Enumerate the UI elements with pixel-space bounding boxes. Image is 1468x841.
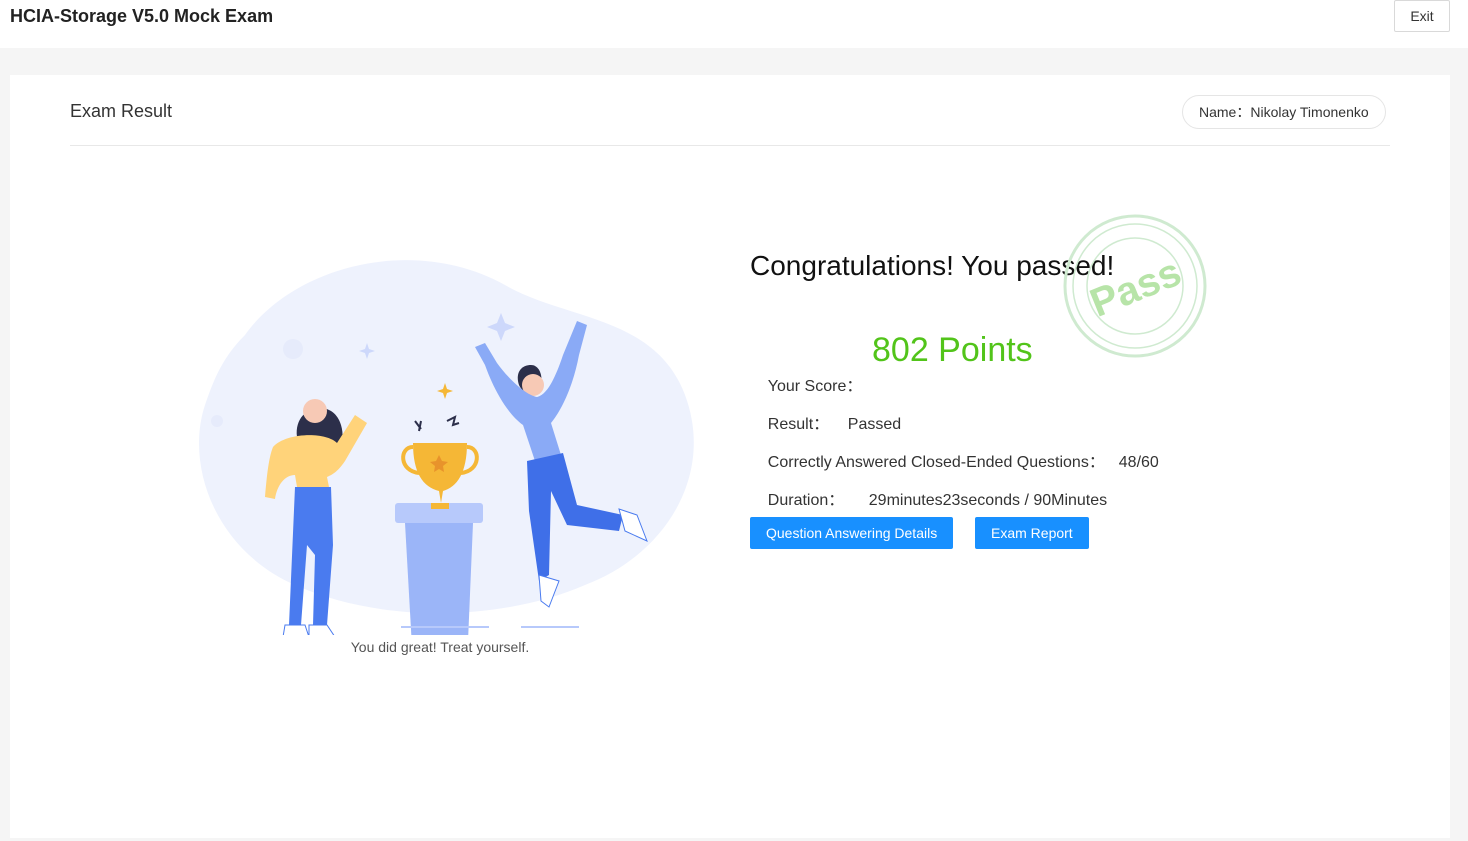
pass-stamp-icon: Pass <box>1063 214 1207 358</box>
duration-value: 29minutes23seconds / 90Minutes <box>868 492 1108 509</box>
top-bar: HCIA-Storage V5.0 Mock Exam Exit <box>0 0 1468 48</box>
encouragement-caption: You did great! Treat yourself. <box>350 639 530 655</box>
exit-button[interactable]: Exit <box>1394 0 1450 32</box>
stamp-text: Pass <box>1084 250 1187 326</box>
card-title: Exam Result <box>70 101 173 121</box>
divider <box>70 145 1390 146</box>
exam-report-button[interactable]: Exam Report <box>975 517 1089 549</box>
name-pill: Name： Nikolay Timonenko <box>1182 95 1386 129</box>
app-title: HCIA-Storage V5.0 Mock Exam <box>10 6 274 26</box>
name-label: Name： <box>1199 104 1251 120</box>
duration-label: Duration： <box>767 492 845 509</box>
correct-value: 48/60 <box>1118 454 1159 471</box>
question-details-button[interactable]: Question Answering Details <box>750 517 954 549</box>
exam-result-card: Exam Result Name： Nikolay Timonenko You … <box>10 75 1450 838</box>
celebration-illustration <box>199 260 694 635</box>
name-value: Nikolay Timonenko <box>1250 104 1369 120</box>
score-value: 802 Points <box>872 331 1033 369</box>
